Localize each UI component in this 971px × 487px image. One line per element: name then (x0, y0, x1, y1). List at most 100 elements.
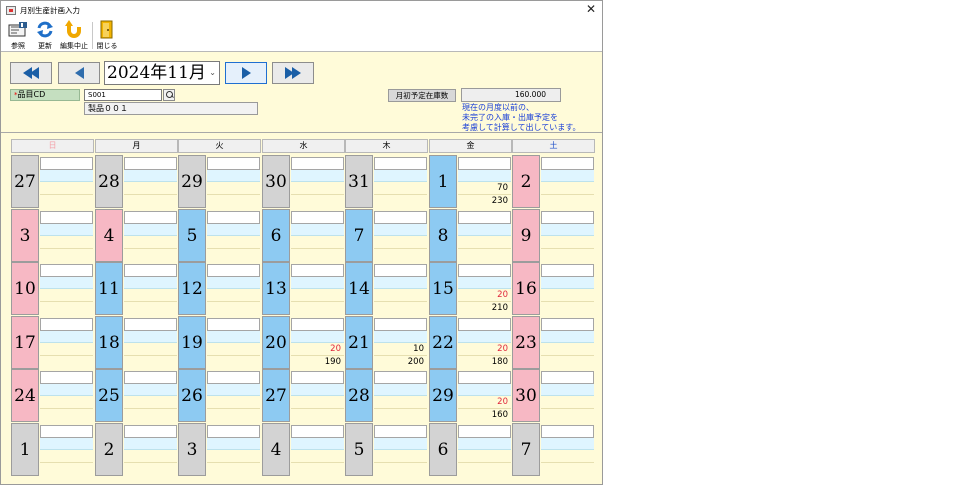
day-stock-value (458, 463, 511, 476)
day-input-field[interactable] (207, 264, 260, 277)
day-input-field[interactable] (458, 318, 511, 331)
prev-month-button[interactable] (58, 62, 100, 84)
close-button[interactable]: 閉じる (96, 20, 118, 51)
day-input-field[interactable] (541, 425, 594, 438)
day-input-field[interactable] (458, 264, 511, 277)
day-input-field[interactable] (291, 264, 344, 277)
day-input-field[interactable] (40, 264, 93, 277)
undo-arrow-icon (64, 20, 84, 39)
cancel-edit-button[interactable]: 編集中止 (59, 20, 89, 51)
close-window-button[interactable]: ✕ (586, 3, 596, 15)
day-cell: 6 (262, 209, 345, 262)
day-movement-value (207, 236, 260, 249)
day-input-field[interactable] (207, 211, 260, 224)
day-input-field[interactable] (374, 157, 427, 170)
day-input-field[interactable] (207, 157, 260, 170)
day-input-field[interactable] (458, 211, 511, 224)
title-bar: 月別生産計画入力 ✕ (1, 1, 602, 19)
day-input-field[interactable] (374, 264, 427, 277)
day-number: 1 (11, 423, 39, 476)
next-month-button[interactable] (225, 62, 267, 84)
reference-book-icon (8, 20, 28, 39)
day-cell: 7 (345, 209, 428, 262)
day-input-field[interactable] (124, 264, 177, 277)
day-input-field[interactable] (124, 425, 177, 438)
day-input-field[interactable] (291, 211, 344, 224)
initial-stock-label: 月初予定在庫数 (388, 89, 456, 102)
day-input-field[interactable] (291, 425, 344, 438)
day-plan-row (207, 224, 260, 236)
day-input-field[interactable] (291, 318, 344, 331)
day-input-field[interactable] (124, 371, 177, 384)
toolbar-separator (92, 22, 93, 49)
item-code-label: *品目CD (10, 89, 80, 101)
day-number: 3 (11, 209, 39, 262)
chevron-down-icon: ⌄ (209, 68, 216, 77)
day-movement-value (124, 343, 177, 356)
day-input-field[interactable] (458, 157, 511, 170)
day-number: 15 (429, 262, 457, 315)
update-button[interactable]: 更新 (34, 20, 56, 51)
day-cell: 6 (429, 423, 512, 476)
day-input-field[interactable] (40, 157, 93, 170)
day-number: 8 (429, 209, 457, 262)
day-input-field[interactable] (40, 371, 93, 384)
day-input-field[interactable] (541, 318, 594, 331)
day-movement-value (207, 450, 260, 463)
day-number: 30 (512, 369, 540, 422)
day-input-field[interactable] (374, 211, 427, 224)
day-input-field[interactable] (374, 371, 427, 384)
day-input-field[interactable] (458, 425, 511, 438)
item-code-input[interactable]: S001 (84, 89, 162, 101)
day-input-field[interactable] (374, 318, 427, 331)
day-number: 22 (429, 316, 457, 369)
toolbar: 参照 更新 編集中止 閉じる (1, 19, 602, 52)
day-input-field[interactable] (458, 371, 511, 384)
day-input-field[interactable] (40, 425, 93, 438)
day-input-field[interactable] (541, 264, 594, 277)
reference-button[interactable]: 参照 (7, 20, 29, 51)
day-input-field[interactable] (40, 211, 93, 224)
prev-year-button[interactable] (10, 62, 52, 84)
header-divider (1, 132, 602, 133)
search-icon[interactable] (163, 89, 175, 101)
day-number: 24 (11, 369, 39, 422)
day-movement-value (40, 450, 93, 463)
window-title: 月別生産計画入力 (20, 5, 80, 15)
day-number: 27 (262, 369, 290, 422)
next-year-button[interactable] (272, 62, 314, 84)
day-stock-value: 200 (374, 356, 427, 369)
close-button-label: 閉じる (96, 42, 118, 50)
day-input-field[interactable] (291, 157, 344, 170)
month-select[interactable]: 2024年11月 ⌄ (104, 61, 220, 85)
day-movement-value (374, 182, 427, 195)
day-input-field[interactable] (541, 371, 594, 384)
day-input-field[interactable] (124, 157, 177, 170)
day-movement-value (374, 236, 427, 249)
day-input-field[interactable] (207, 425, 260, 438)
day-input-field[interactable] (124, 211, 177, 224)
day-input-field[interactable] (291, 371, 344, 384)
day-input-field[interactable] (207, 371, 260, 384)
day-cell: 31 (345, 155, 428, 208)
day-input-field[interactable] (541, 211, 594, 224)
day-stock-value (541, 409, 594, 422)
day-input-field[interactable] (541, 157, 594, 170)
day-input-field[interactable] (374, 425, 427, 438)
day-movement-value (458, 236, 511, 249)
day-plan-row (207, 331, 260, 343)
day-plan-row (40, 277, 93, 289)
day-input-field[interactable] (207, 318, 260, 331)
day-plan-row (458, 224, 511, 236)
day-cell: 25 (95, 369, 178, 422)
day-stock-value (541, 463, 594, 476)
weekday-header: 月 (95, 139, 178, 153)
day-plan-row (124, 277, 177, 289)
day-input-field[interactable] (124, 318, 177, 331)
day-plan-row (541, 277, 594, 289)
day-stock-value (207, 356, 260, 369)
day-plan-row (541, 170, 594, 182)
day-input-field[interactable] (40, 318, 93, 331)
day-movement-value (124, 182, 177, 195)
day-movement-value (124, 396, 177, 409)
